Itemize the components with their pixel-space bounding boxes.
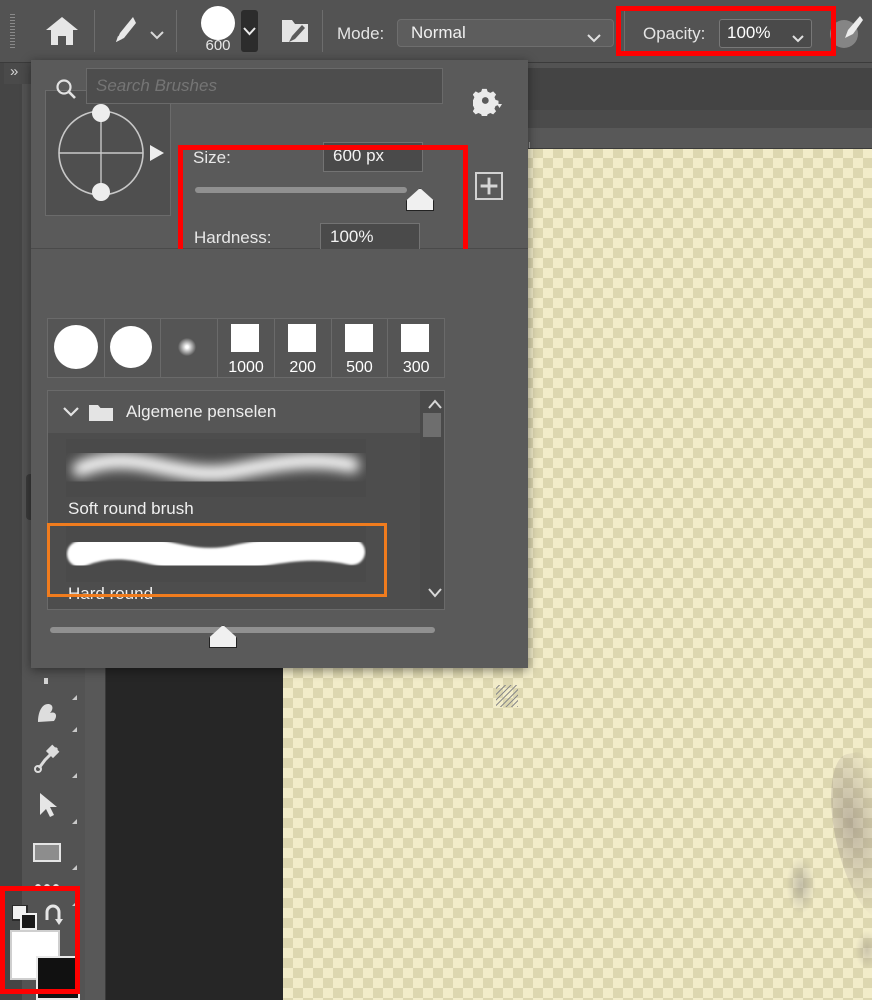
brush-folder-icon[interactable]: [280, 14, 310, 48]
brush-stroke-preview: [66, 439, 366, 497]
preset-label: 1000: [218, 359, 274, 377]
canvas-artwork-fragment: [786, 856, 816, 914]
chevron-down-icon[interactable]: [586, 30, 602, 48]
tool-overflow-triangle: [72, 819, 77, 824]
resize-grip-icon[interactable]: [496, 685, 518, 707]
preset-thumb-square: [288, 324, 316, 352]
mode-value: Normal: [411, 23, 466, 43]
canvas-artwork-fragment: [855, 930, 872, 970]
folder-icon: [88, 403, 114, 422]
chevron-down-icon[interactable]: [427, 585, 443, 603]
list-item[interactable]: [48, 319, 105, 377]
preset-thumb-square: [345, 324, 373, 352]
search-icon[interactable]: [55, 78, 77, 100]
home-icon[interactable]: [44, 14, 80, 48]
preset-thumb-circle: [110, 326, 152, 368]
brush-folder-row[interactable]: Algemene penselen: [48, 391, 444, 433]
brush-preset-strip: 1000 200 500 300: [47, 318, 445, 378]
preset-thumb-square: [231, 324, 259, 352]
list-item[interactable]: [161, 319, 218, 377]
rectangle-shape-icon: [30, 834, 64, 868]
selected-brush-outline: [47, 523, 387, 597]
brush-preset-picker[interactable]: 600: [196, 6, 240, 58]
brush-angle-preview[interactable]: [45, 90, 171, 216]
chevron-down-icon[interactable]: [62, 405, 80, 423]
brush-size-value: 600: [196, 38, 240, 54]
scrollbar-thumb[interactable]: [423, 413, 441, 437]
foreground-color-highlight: [0, 886, 80, 994]
brush-icon[interactable]: [108, 14, 138, 48]
preset-label: 500: [332, 359, 388, 377]
preset-label: 300: [388, 359, 444, 377]
list-item[interactable]: 200: [275, 319, 332, 377]
pen-icon: [30, 742, 64, 776]
mode-label: Mode:: [337, 24, 384, 44]
ruler-minor-tick: [529, 142, 530, 148]
preset-thumb-square: [401, 324, 429, 352]
tool-overflow-triangle: [72, 727, 77, 732]
brush-preset-panel: Size: 600 px Hardness: 100%: [31, 60, 528, 668]
sidebar-item-tool-path-select[interactable]: [22, 782, 80, 828]
dodge-hand-icon: [30, 696, 64, 730]
sidebar-item-tool-dodge[interactable]: [22, 690, 80, 736]
preset-thumb-soft-dot: [178, 338, 196, 356]
brush-search-row: [31, 249, 528, 311]
chevron-down-icon[interactable]: [149, 27, 165, 45]
list-item[interactable]: 500: [332, 319, 389, 377]
opacity-highlight: [616, 6, 836, 56]
list-item[interactable]: 1000: [218, 319, 275, 377]
brush-name: Soft round brush: [68, 499, 194, 519]
options-bar-grip[interactable]: [10, 14, 15, 48]
gear-icon[interactable]: [473, 88, 503, 116]
divider: [176, 10, 177, 52]
sidebar-item-tool-pen[interactable]: [22, 736, 80, 782]
brush-tip-preview: [201, 6, 235, 40]
search-input[interactable]: [86, 68, 443, 104]
divider: [94, 10, 95, 52]
list-item[interactable]: 300: [388, 319, 444, 377]
list-item[interactable]: [105, 319, 162, 377]
preset-label: 200: [275, 359, 331, 377]
brush-preset-dropdown-button[interactable]: [241, 10, 258, 52]
thumbnail-size-slider-track[interactable]: [50, 627, 435, 633]
tool-rail-background: [0, 62, 22, 1000]
plus-box-icon[interactable]: [475, 172, 503, 200]
divider: [322, 10, 323, 52]
brush-folder-label: Algemene penselen: [126, 402, 276, 422]
chevron-up-icon[interactable]: [427, 397, 443, 415]
tool-overflow-triangle: [72, 773, 77, 778]
preset-thumb-circle: [54, 325, 98, 369]
path-select-arrow-icon: [30, 788, 64, 822]
double-chevron-right-icon: »: [10, 63, 17, 80]
